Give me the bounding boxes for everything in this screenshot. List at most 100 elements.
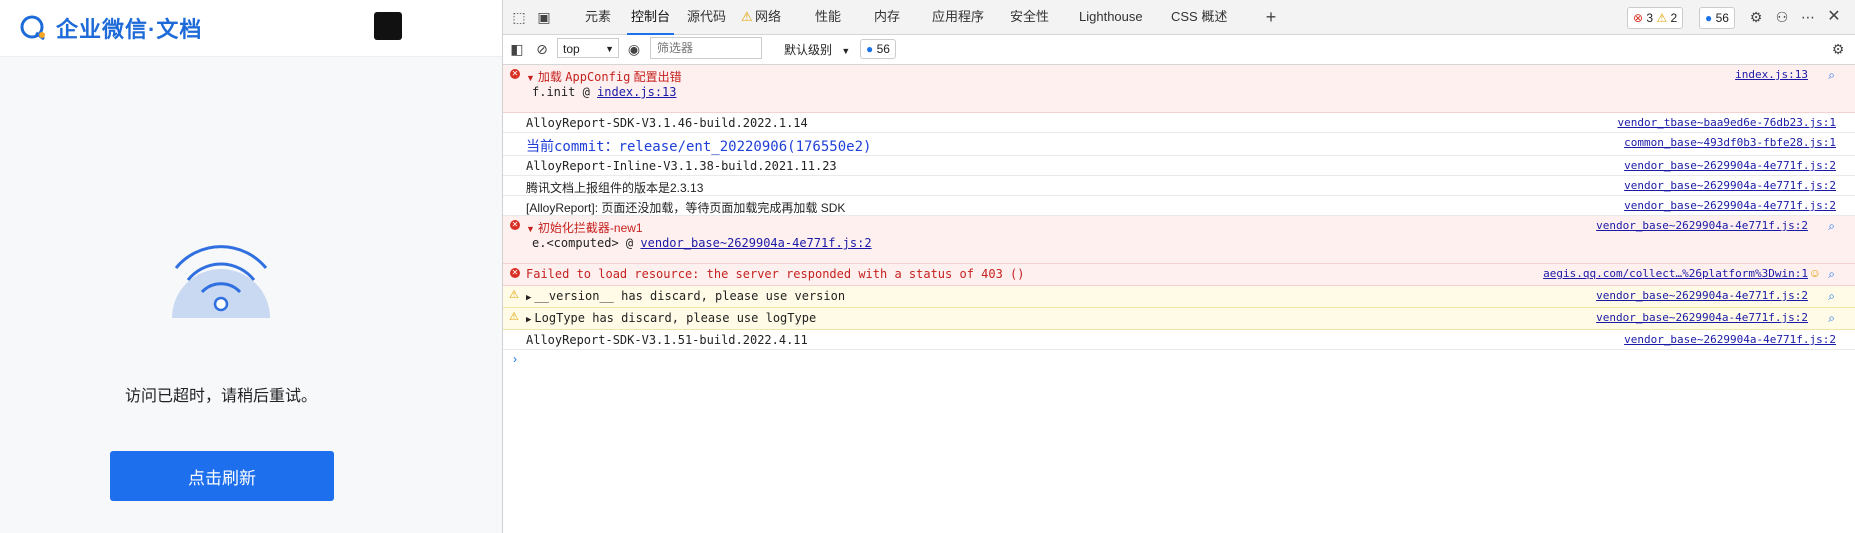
- tab-lighthouse[interactable]: Lighthouse: [1075, 0, 1147, 33]
- console-message: ▼ 加载 AppConfig 配置出错: [526, 68, 682, 85]
- sidebar-toggle-icon[interactable]: ◧: [508, 40, 526, 58]
- app-logo-text: 企业微信·文档: [56, 17, 203, 42]
- more-options-icon[interactable]: ⋯: [1799, 8, 1817, 26]
- console-message: [AlloyReport]: 页面还没加载，等待页面加载完成再加载 SDK: [526, 201, 846, 215]
- docs-app-panel: 企业微信·文档 访问已超时，请稍后重试。 点击刷新: [0, 0, 503, 533]
- message-code: AppConfig: [565, 70, 631, 84]
- error-icon: ⊗: [1633, 11, 1644, 25]
- source-link[interactable]: vendor_base~2629904a-4e771f.js:2: [1596, 289, 1808, 302]
- tab-memory[interactable]: 内存: [870, 0, 904, 33]
- stack-link[interactable]: vendor_base~2629904a-4e771f.js:2: [640, 236, 871, 250]
- stack-frame: e.<computed> @: [532, 236, 634, 250]
- live-expression-eye-icon[interactable]: ◉: [625, 40, 643, 58]
- source-link[interactable]: vendor_base~2629904a-4e771f.js:2: [1624, 179, 1836, 192]
- console-message: ▶ __version__ has discard, please use ver…: [526, 289, 845, 303]
- console-warning-row[interactable]: ⚠ ▶ LogType has discard, please use logTy…: [503, 308, 1855, 330]
- expand-triangle-icon: ▶: [526, 315, 532, 325]
- console-log-row: [AlloyReport]: 页面还没加载，等待页面加载完成再加载 SDK ve…: [503, 196, 1855, 216]
- devtools-tabbar: ⬚ ▣ 元素 控制台 源代码 ⚠ 网络 性能 内存 应用程序 安全性 Lighth…: [503, 0, 1855, 35]
- search-icon[interactable]: ⌕: [1828, 289, 1835, 304]
- console-toolbar: ◧ ⊘ top ▼ ◉ 默认级别 ▼ ● 56 ⚙: [503, 35, 1855, 65]
- close-devtools-icon[interactable]: ✕: [1825, 8, 1843, 26]
- stack-trace: e.<computed> @ vendor_base~2629904a-4e77…: [532, 236, 872, 250]
- tab-security[interactable]: 安全性: [1006, 0, 1053, 33]
- inspect-element-icon[interactable]: ⬚: [510, 8, 528, 26]
- messages-badge[interactable]: ● 56: [1699, 7, 1735, 29]
- warning-icon: ⚠: [509, 289, 519, 301]
- console-settings-gear-icon[interactable]: ⚙: [1829, 40, 1847, 58]
- chat-bubble-logo-icon: [20, 15, 45, 41]
- clear-console-icon[interactable]: ⊘: [533, 40, 551, 58]
- search-icon[interactable]: ⌕: [1828, 219, 1835, 234]
- console-message: 腾讯文档上报组件的版本是2.3.13: [526, 181, 704, 195]
- search-icon[interactable]: ⌕: [1828, 68, 1835, 83]
- log-level-value: 默认级别: [784, 43, 833, 57]
- console-error-row[interactable]: ✕ Failed to load resource: the server re…: [503, 264, 1855, 286]
- source-link[interactable]: vendor_base~2629904a-4e771f.js:2: [1624, 199, 1836, 212]
- source-link[interactable]: aegis.qq.com/collect…%26platform%3Dwin:1: [1543, 267, 1808, 280]
- error-count: 3: [1646, 11, 1654, 25]
- user-avatar[interactable]: [374, 12, 402, 40]
- source-link[interactable]: vendor_tbase~baa9ed6e-76db23.js:1: [1617, 116, 1836, 129]
- console-log-row: AlloyReport-SDK-V3.1.46-build.2022.1.14 …: [503, 113, 1855, 133]
- message-suffix: 配置出错: [633, 70, 682, 84]
- message-icon: ●: [866, 42, 874, 56]
- network-error-icon: [172, 245, 270, 318]
- source-link[interactable]: vendor_base~2629904a-4e771f.js:2: [1596, 219, 1808, 232]
- log-level-select[interactable]: 默认级别 ▼: [784, 41, 850, 58]
- tab-application[interactable]: 应用程序: [928, 0, 988, 33]
- device-emulation-icon[interactable]: ▣: [535, 8, 553, 26]
- console-log-row: AlloyReport-Inline-V3.1.38-build.2021.11…: [503, 156, 1855, 176]
- message-text: 初始化拦截器-new1: [537, 221, 643, 235]
- message-icon: ●: [1705, 11, 1713, 25]
- search-icon[interactable]: ⌕: [1828, 267, 1835, 282]
- source-link[interactable]: vendor_base~2629904a-4e771f.js:2: [1596, 311, 1808, 324]
- warning-icon: ⚠: [741, 9, 753, 24]
- context-value: top: [563, 42, 580, 56]
- error-icon: ✕: [510, 69, 520, 79]
- console-prompt[interactable]: ›: [503, 350, 1855, 369]
- console-message: ▼ 初始化拦截器-new1: [526, 219, 643, 236]
- warning-icon: ⚠: [1656, 11, 1668, 25]
- tab-elements[interactable]: 元素: [581, 0, 615, 33]
- console-warning-row[interactable]: ⚠ ▶ __version__ has discard, please use v…: [503, 286, 1855, 308]
- console-message: ▶ LogType has discard, please use logType: [526, 311, 816, 325]
- tab-css-overview[interactable]: CSS 概述: [1167, 0, 1231, 33]
- source-link[interactable]: vendor_base~2629904a-4e771f.js:2: [1624, 333, 1836, 346]
- tab-performance[interactable]: 性能: [811, 0, 845, 33]
- search-icon[interactable]: ⌕: [1828, 311, 1835, 326]
- tab-network-label: 网络: [755, 9, 782, 24]
- console-error-row[interactable]: ✕ ▼ 加载 AppConfig 配置出错 index.js:13 ⌕ f.ini…: [503, 65, 1855, 113]
- issues-badge[interactable]: ⊗ 3 ⚠ 2: [1627, 7, 1684, 29]
- source-link[interactable]: index.js:13: [1735, 68, 1808, 81]
- warning-count: 2: [1670, 11, 1678, 25]
- chevron-down-icon: ▼: [841, 46, 851, 56]
- console-message: AlloyReport-SDK-V3.1.46-build.2022.1.14: [526, 116, 808, 130]
- stack-link[interactable]: index.js:13: [597, 85, 676, 99]
- app-header: 企业微信·文档: [0, 0, 502, 57]
- report-issue-icon[interactable]: ☺: [1809, 266, 1821, 280]
- warning-icon: ⚠: [509, 311, 519, 323]
- app-logo[interactable]: 企业微信·文档: [20, 12, 202, 44]
- source-link[interactable]: common_base~493df0b3-fbfe28.js:1: [1624, 136, 1836, 149]
- console-error-row[interactable]: ✕ ▼ 初始化拦截器-new1 vendor_base~2629904a-4e77…: [503, 216, 1855, 264]
- tab-console[interactable]: 控制台: [627, 0, 675, 35]
- toolbar-message-count: 56: [876, 42, 890, 56]
- more-tabs-plus-icon[interactable]: +: [1262, 8, 1280, 26]
- expand-triangle-icon: ▼: [526, 224, 535, 234]
- context-select[interactable]: top ▼: [557, 38, 619, 58]
- tab-network[interactable]: ⚠ 网络: [739, 0, 785, 33]
- source-link[interactable]: vendor_base~2629904a-4e771f.js:2: [1624, 159, 1836, 172]
- refresh-button[interactable]: 点击刷新: [110, 451, 334, 501]
- chevron-down-icon: ▼: [605, 44, 614, 54]
- console-message: AlloyReport-SDK-V3.1.51-build.2022.4.11: [526, 333, 808, 347]
- console-log-row: 当前commit：release/ent_20220906(176550e2) …: [503, 133, 1855, 156]
- filter-input[interactable]: [650, 37, 762, 59]
- tab-sources[interactable]: 源代码: [683, 0, 730, 33]
- console-message: 当前commit：release/ent_20220906(176550e2): [526, 139, 872, 155]
- toolbar-messages-badge[interactable]: ● 56: [860, 39, 896, 59]
- feedback-icon[interactable]: ⚇: [1773, 8, 1791, 26]
- settings-gear-icon[interactable]: ⚙: [1747, 8, 1765, 26]
- expand-triangle-icon: ▶: [526, 293, 532, 303]
- console-log-row: AlloyReport-SDK-V3.1.51-build.2022.4.11 …: [503, 330, 1855, 350]
